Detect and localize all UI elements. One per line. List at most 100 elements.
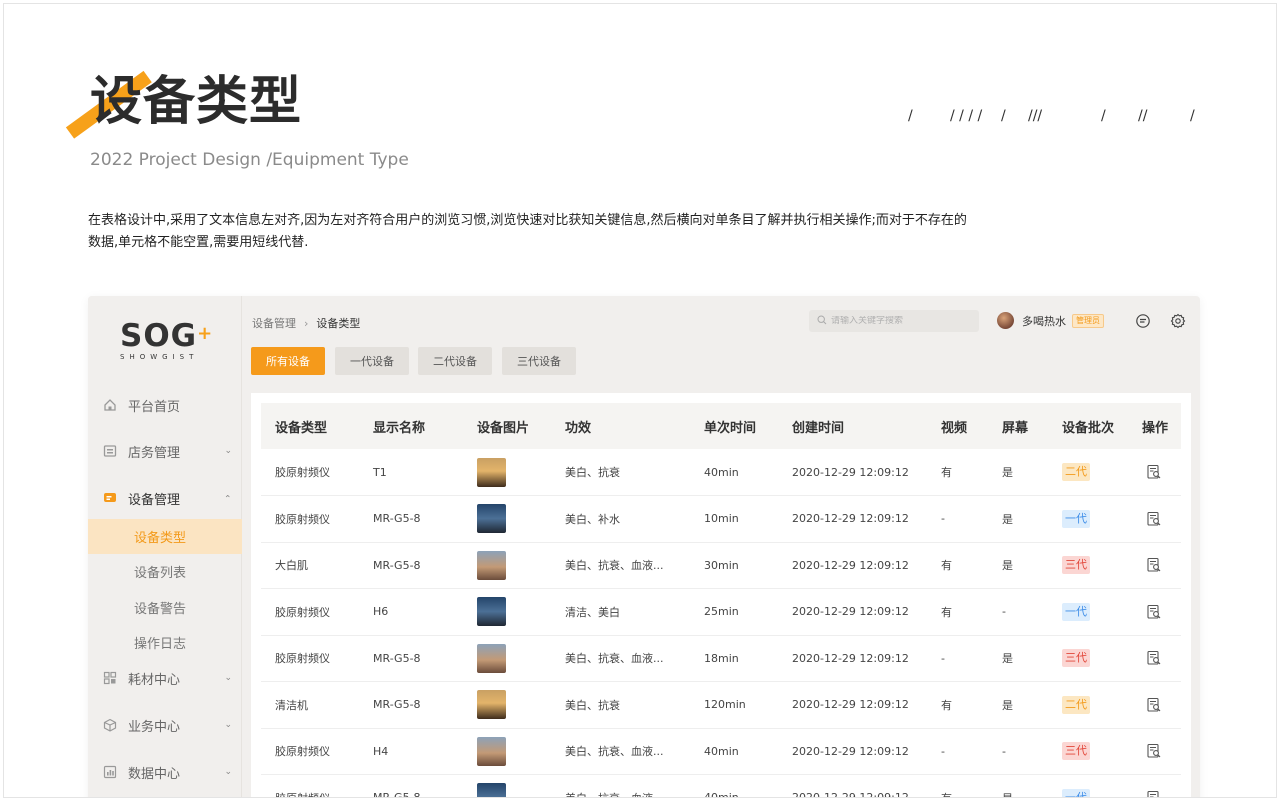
sidebar-subitem-operation-log[interactable]: 操作日志: [88, 625, 242, 660]
device-thumbnail[interactable]: [477, 550, 506, 580]
cell-type: 胶原射频仪: [261, 635, 359, 682]
device-image-cell: [463, 495, 551, 543]
view-detail-icon[interactable]: [1146, 557, 1162, 573]
table-row[interactable]: 胶原射频仪 H4 美白、抗衰、血液... 40min 2020-12-29 12:09:…: [261, 728, 1181, 775]
sidebar-item-store[interactable]: 店务管理 ⌄: [88, 433, 242, 469]
column-header[interactable]: 创建时间: [778, 403, 927, 449]
column-header[interactable]: 屏幕: [988, 403, 1048, 449]
batch-badge: 一代: [1062, 788, 1090, 797]
gear-icon[interactable]: [1170, 313, 1186, 329]
column-header[interactable]: 视频: [927, 403, 988, 449]
column-header[interactable]: 显示名称: [359, 403, 463, 449]
device-thumbnail[interactable]: [477, 457, 506, 487]
device-image-cell: [463, 588, 551, 636]
search-box: [809, 310, 979, 332]
sidebar-item-data[interactable]: 数据中心 ⌄: [88, 754, 242, 790]
device-thumbnail[interactable]: [477, 736, 506, 766]
sidebar-item-consumables[interactable]: 耗材中心 ⌄: [88, 660, 242, 696]
sidebar-subitem-device-list[interactable]: 设备列表: [88, 554, 242, 589]
search-input[interactable]: [831, 316, 971, 326]
view-detail-icon[interactable]: [1146, 604, 1162, 620]
device-type-table: 设备类型 显示名称 设备图片 功效 单次时间 创建时间 视频 屏幕 设备批次 操…: [261, 403, 1181, 797]
table-row[interactable]: 胶原射频仪 MR-G5-8 美白、抗衰、血液... 18min 2020-12-29 1…: [261, 635, 1181, 682]
batch-badge: 一代: [1062, 509, 1090, 528]
logo-text: SOG: [120, 318, 198, 354]
breadcrumb-parent[interactable]: 设备管理: [252, 317, 296, 330]
device-thumbnail[interactable]: [477, 643, 506, 673]
column-header[interactable]: 设备类型: [261, 403, 359, 449]
sidebar-item-business[interactable]: 业务中心 ⌄: [88, 707, 242, 743]
cell-type: 胶原射频仪: [261, 774, 359, 797]
cell-effect: 美白、抗衰、血液...: [551, 774, 690, 797]
tab-gen1-devices[interactable]: 一代设备: [335, 347, 409, 375]
device-image-cell: [463, 542, 551, 589]
cell-operation: [1128, 449, 1181, 496]
view-detail-icon[interactable]: [1146, 743, 1162, 759]
device-thumbnail[interactable]: [477, 783, 506, 797]
view-detail-icon[interactable]: [1146, 650, 1162, 666]
view-detail-icon[interactable]: [1146, 790, 1162, 797]
cell-effect: 美白、抗衰、血液...: [551, 728, 690, 775]
cell-name: MR-G5-8: [359, 774, 463, 797]
cube-icon: [103, 718, 117, 732]
table-row[interactable]: 胶原射频仪MR-G5-8 美白、抗衰、血液...40min2020-12-29 1…: [261, 774, 1181, 797]
table-row[interactable]: 胶原射频仪 MR-G5-8 美白、补水 10min 2020-12-29 12:09:1…: [261, 495, 1181, 543]
view-detail-icon[interactable]: [1146, 464, 1162, 480]
user-name: 多喝热水: [1022, 314, 1066, 328]
device-thumbnail[interactable]: [477, 597, 506, 627]
cell-screen: 是: [988, 495, 1048, 543]
cell-video: 有: [927, 449, 988, 496]
column-header[interactable]: 操作: [1128, 403, 1181, 449]
sidebar-item-home[interactable]: 平台首页: [88, 387, 242, 423]
cell-type: 大白肌: [261, 542, 359, 589]
breadcrumb-current: 设备类型: [316, 317, 361, 330]
table-row[interactable]: 胶原射频仪 T1 美白、抗衰 40min 2020-12-29 12:09:12 有是二代: [261, 449, 1181, 496]
device-image-cell: [463, 728, 551, 775]
view-detail-icon[interactable]: [1146, 511, 1162, 527]
view-detail-icon[interactable]: [1146, 697, 1162, 713]
tab-all-devices[interactable]: 所有设备: [251, 347, 325, 375]
message-icon[interactable]: [1135, 313, 1151, 329]
column-header[interactable]: 功效: [551, 403, 690, 449]
cell-name: MR-G5-8: [359, 681, 463, 729]
hero-subtitle: 2022 Project Design /Equipment Type: [90, 150, 409, 170]
hero-title: 设备类型: [90, 72, 303, 132]
cell-batch: 三代: [1048, 542, 1128, 589]
tab-gen2-devices[interactable]: 二代设备: [418, 347, 492, 375]
user-menu[interactable]: 多喝热水 管理员: [997, 312, 1104, 329]
logo-mark: SOG+: [120, 320, 212, 352]
column-header[interactable]: 设备批次: [1048, 403, 1128, 449]
logo-subtext: SHOWGIST: [120, 353, 199, 361]
cell-operation: [1128, 774, 1181, 797]
cell-operation: [1128, 495, 1181, 543]
table-row[interactable]: 清洁机 MR-G5-8 美白、抗衰 120min 2020-12-29 12:09:12…: [261, 681, 1181, 729]
intro-line: 在表格设计中,采用了文本信息左对齐,因为左对齐符合用户的浏览习惯,浏览快速对比获…: [88, 213, 967, 228]
cell-time: 40min: [690, 449, 778, 496]
cell-video: -: [927, 495, 988, 543]
breadcrumb-separator-icon: ›: [304, 317, 309, 330]
cell-type: 胶原射频仪: [261, 495, 359, 543]
column-header[interactable]: 单次时间: [690, 403, 778, 449]
batch-badge: 二代: [1062, 695, 1090, 714]
slash-mark: /: [1001, 108, 1006, 124]
tab-gen3-devices[interactable]: 三代设备: [502, 347, 576, 375]
cell-created: 2020-12-29 12:09:12: [778, 542, 927, 589]
table-header-row: 设备类型 显示名称 设备图片 功效 单次时间 创建时间 视频 屏幕 设备批次 操…: [261, 403, 1181, 449]
hero-title-block: 设备类型: [65, 70, 310, 140]
device-thumbnail[interactable]: [477, 504, 506, 534]
device-thumbnail[interactable]: [477, 690, 506, 720]
store-icon: [103, 444, 117, 458]
avatar: [997, 312, 1014, 329]
table-row[interactable]: 胶原射频仪 H6 清洁、美白 25min 2020-12-29 12:09:12 有 - 一代: [261, 588, 1181, 636]
table-row[interactable]: 大白肌 MR-G5-8 美白、抗衰、血液... 30min 2020-12-29 12:…: [261, 542, 1181, 589]
slash-mark: /: [1101, 108, 1106, 124]
sidebar-item-device[interactable]: 设备管理 ⌄: [88, 480, 242, 516]
cell-batch: 二代: [1048, 681, 1128, 729]
sidebar-subitem-device-warning[interactable]: 设备警告: [88, 590, 242, 625]
column-header[interactable]: 设备图片: [463, 403, 551, 449]
cell-video: -: [927, 635, 988, 682]
cell-name: MR-G5-8: [359, 635, 463, 682]
sidebar-subitem-device-type[interactable]: 设备类型: [88, 519, 242, 554]
slash-mark: ///: [1028, 108, 1043, 124]
logo[interactable]: SOG+ SHOWGIST: [120, 320, 212, 364]
